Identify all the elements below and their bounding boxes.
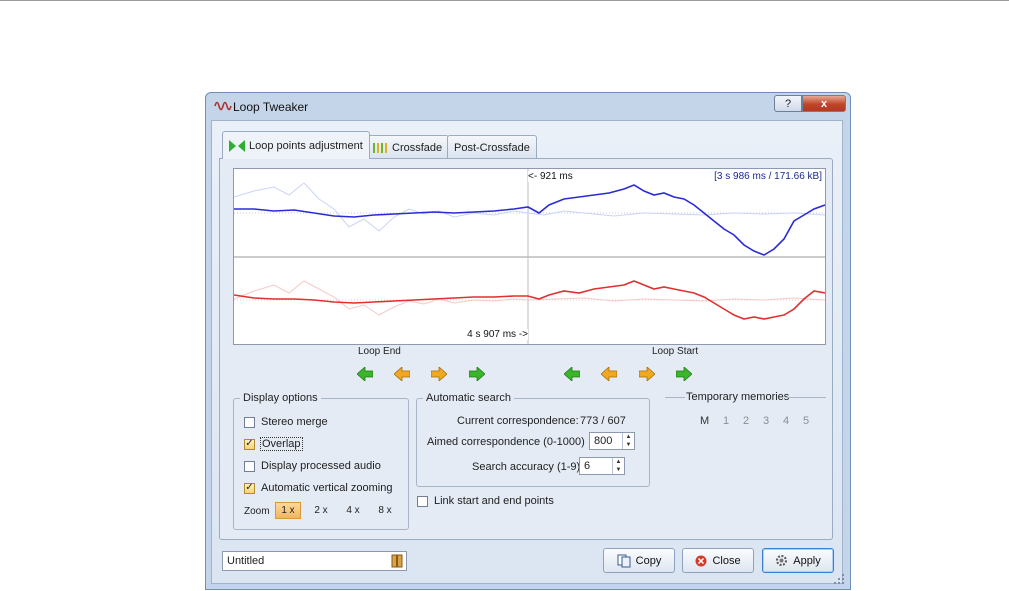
zoom-label: Zoom <box>244 506 270 517</box>
green-left-arrow-icon <box>357 367 373 381</box>
window-close-button[interactable]: x <box>802 95 846 112</box>
search-accuracy-spinbox[interactable]: 6 ▲ ▼ <box>579 457 625 475</box>
title-bar[interactable]: Loop Tweaker ? x <box>206 93 850 121</box>
loop-start-time-marker: 4 s 907 ms -> <box>467 329 528 340</box>
close-button[interactable]: Close <box>682 548 754 573</box>
checkbox-box <box>244 416 255 428</box>
loop-end-fast-left-button[interactable] <box>356 366 374 382</box>
checkbox-label: Display processed audio <box>261 460 381 472</box>
button-label: Apply <box>793 554 821 567</box>
temporary-memories-line-left <box>665 397 685 398</box>
checkbox-label: Link start and end points <box>434 495 554 507</box>
tab-loop-points-adjustment[interactable]: Loop points adjustment <box>222 131 370 159</box>
temporary-memories-title: Temporary memories <box>686 391 790 403</box>
copy-icon <box>617 554 631 567</box>
checkbox-box <box>244 460 255 472</box>
aimed-correspondence-spinbox[interactable]: 800 ▲ ▼ <box>589 432 635 450</box>
checkbox-label: Stereo merge <box>261 416 328 428</box>
loop-start-fast-right-button[interactable] <box>675 366 693 382</box>
waveform-display[interactable]: <- 921 ms [3 s 986 ms / 171.66 kB] 4 s 9… <box>233 168 826 345</box>
loop-start-right-button[interactable] <box>638 366 656 382</box>
spinbox-value: 800 <box>594 435 613 447</box>
loop-start-label: Loop Start <box>652 346 699 357</box>
current-correspondence-label: Current correspondence: <box>457 415 579 427</box>
button-label: Copy <box>635 554 662 567</box>
tab-label: Crossfade <box>392 141 443 154</box>
waveform-app-icon <box>214 101 232 111</box>
spinbox-arrows[interactable]: ▲ ▼ <box>612 458 624 474</box>
orange-left-arrow-icon <box>394 367 410 381</box>
orange-left-arrow-icon <box>601 367 617 381</box>
zoom-2x-button[interactable]: 2 x <box>308 502 334 519</box>
channel-top-waveform <box>234 184 826 256</box>
orange-right-arrow-icon <box>431 367 447 381</box>
zoom-1x-button[interactable]: 1 x <box>275 502 301 519</box>
spinbox-arrows[interactable]: ▲ ▼ <box>622 433 634 449</box>
tab-crossfade[interactable]: Crossfade <box>365 135 450 159</box>
preset-name-field[interactable]: Untitled <box>222 551 407 571</box>
checkbox-box <box>417 495 428 507</box>
orange-right-arrow-icon <box>639 367 655 381</box>
memory-store-button[interactable]: M <box>700 415 709 427</box>
green-right-arrow-icon <box>676 367 692 381</box>
overlap-ghost-bottom <box>233 280 826 316</box>
automatic-search-title: Automatic search <box>423 392 514 404</box>
green-left-arrow-icon <box>564 367 580 381</box>
memory-slot-2[interactable]: 2 <box>743 415 749 427</box>
resize-grip-icon[interactable] <box>833 573 845 585</box>
loop-end-time-marker: <- 921 ms <box>528 171 573 182</box>
top-divider <box>0 0 1009 1</box>
memory-slot-3[interactable]: 3 <box>763 415 769 427</box>
tab-post-crossfade[interactable]: Post-Crossfade <box>447 135 537 159</box>
aimed-correspondence-label: Aimed correspondence (0-1000) <box>427 436 585 448</box>
preset-name-value: Untitled <box>227 555 265 567</box>
memory-slot-4[interactable]: 4 <box>783 415 789 427</box>
zoom-4x-button[interactable]: 4 x <box>340 502 366 519</box>
checkbox-box: ✓ <box>244 482 255 494</box>
display-processed-audio-checkbox[interactable]: Display processed audio <box>244 460 381 472</box>
help-button[interactable]: ? <box>774 95 802 112</box>
automatic-vertical-zooming-checkbox[interactable]: ✓ Automatic vertical zooming <box>244 482 392 494</box>
tab-label: Post-Crossfade <box>454 141 530 154</box>
memory-slot-1[interactable]: 1 <box>723 415 729 427</box>
loop-end-label: Loop End <box>358 346 401 357</box>
checkbox-label: Overlap <box>260 437 303 451</box>
loop-start-fast-left-button[interactable] <box>563 366 581 382</box>
loop-points-icon <box>229 139 245 152</box>
loop-end-right-button[interactable] <box>430 366 448 382</box>
search-accuracy-label: Search accuracy (1-9) <box>472 461 581 473</box>
preset-book-icon[interactable] <box>391 554 403 568</box>
crossfade-icon <box>373 142 387 153</box>
loop-end-fast-right-button[interactable] <box>468 366 486 382</box>
loop-end-left-button[interactable] <box>393 366 411 382</box>
apply-button[interactable]: Apply <box>762 548 834 573</box>
close-circle-icon <box>695 555 707 566</box>
tab-label: Loop points adjustment <box>249 139 363 152</box>
zoom-8x-button[interactable]: 8 x <box>372 502 398 519</box>
green-right-arrow-icon <box>469 367 485 381</box>
window-title: Loop Tweaker <box>233 100 309 114</box>
display-options-title: Display options <box>240 392 321 404</box>
spinbox-value: 6 <box>584 460 591 472</box>
checkbox-label: Automatic vertical zooming <box>261 482 393 494</box>
loop-info-readout: [3 s 986 ms / 171.66 kB] <box>714 171 822 182</box>
memory-slot-5[interactable]: 5 <box>803 415 809 427</box>
stereo-merge-checkbox[interactable]: Stereo merge <box>244 416 328 428</box>
overlap-checkbox[interactable]: ✓ Overlap <box>244 437 303 451</box>
temporary-memories-line-right <box>786 397 826 398</box>
copy-button[interactable]: Copy <box>603 548 675 573</box>
button-label: Close <box>712 554 741 567</box>
loop-start-left-button[interactable] <box>600 366 618 382</box>
link-start-end-checkbox[interactable]: Link start and end points <box>417 495 554 507</box>
gear-icon <box>776 555 788 566</box>
waveform-svg <box>233 169 826 344</box>
current-correspondence-value: 773 / 607 <box>580 415 626 427</box>
checkbox-box: ✓ <box>244 438 255 450</box>
